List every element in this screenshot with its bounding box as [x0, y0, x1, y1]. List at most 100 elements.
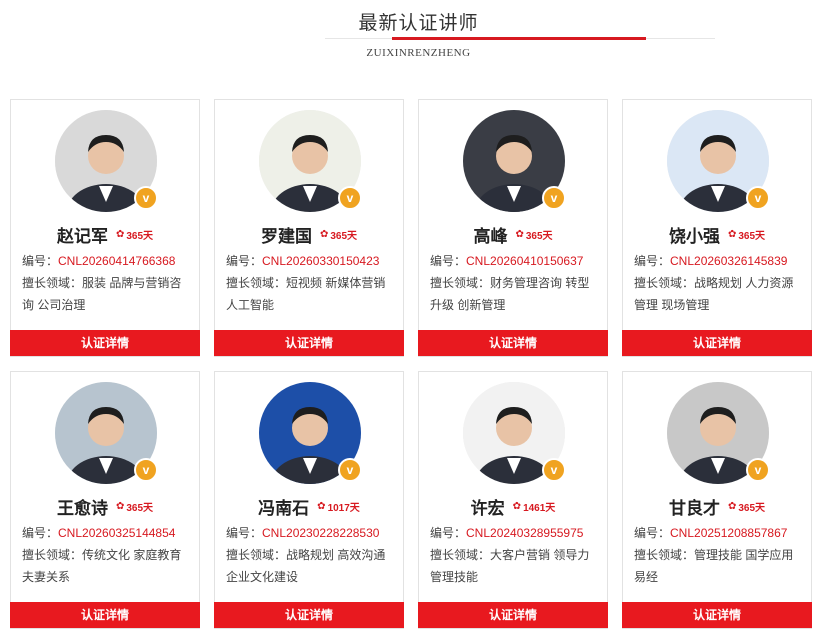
instructor-card[interactable]: v 高峰 ✿ 365天 编号：CNL20260410150637 擅长领域：财务… [418, 99, 608, 357]
instructor-name[interactable]: 冯南石 [258, 494, 309, 519]
id-value: CNL20260325144854 [58, 526, 176, 540]
certificate-id: 编号：CNL20240328955975 [430, 522, 600, 544]
certificate-id: 编号：CNL20260325144854 [22, 522, 192, 544]
certified-days-badge: ✿ 365天 [728, 499, 765, 514]
certificate-icon: ✿ [512, 500, 522, 512]
instructor-name[interactable]: 许宏 [471, 494, 505, 519]
specialty-label: 擅长领域： [430, 276, 491, 290]
certification-details-button[interactable]: 认证详情 [10, 330, 200, 356]
id-label: 编号： [226, 254, 263, 268]
instructor-name[interactable]: 高峰 [473, 222, 507, 247]
id-label: 编号： [634, 526, 671, 540]
instructor-name[interactable]: 甘良才 [669, 494, 720, 519]
certificate-id: 编号：CNL20260330150423 [226, 250, 396, 272]
verified-icon: v [338, 458, 362, 482]
certification-details-button[interactable]: 认证详情 [622, 602, 812, 628]
specialty: 擅长领域：战略规划 人力资源管理 现场管理 [634, 272, 804, 316]
instructor-card[interactable]: v 赵记军 ✿ 365天 编号：CNL20260414766368 擅长领域：服… [10, 99, 200, 357]
certified-days: 365天 [126, 230, 154, 242]
certificate-icon: ✿ [515, 228, 524, 240]
id-value: CNL20251208857867 [670, 526, 788, 540]
instructor-grid: v 赵记军 ✿ 365天 编号：CNL20260414766368 擅长领域：服… [0, 0, 837, 636]
instructor-name[interactable]: 赵记军 [57, 222, 108, 247]
certified-days: 365天 [525, 230, 553, 242]
certificate-icon: ✿ [727, 228, 737, 240]
name-row: 赵记军 ✿ 365天 [11, 222, 199, 246]
certified-days: 365天 [126, 502, 154, 514]
instructor-card[interactable]: v 甘良才 ✿ 365天 编号：CNL20251208857867 擅长领域：管… [622, 371, 812, 629]
name-row: 饶小强 ✿ 365天 [623, 222, 811, 246]
certified-days-badge: ✿ 365天 [515, 227, 552, 242]
certificate-icon: ✿ [317, 500, 326, 512]
id-value: CNL20260330150423 [262, 254, 380, 268]
certificate-id: 编号：CNL20260410150637 [430, 250, 600, 272]
instructor-card[interactable]: v 冯南石 ✿ 1017天 编号：CNL20230228228530 擅长领域：… [214, 371, 404, 629]
specialty-label: 擅长领域： [22, 276, 83, 290]
id-value: CNL20260326145839 [670, 254, 788, 268]
specialty-label: 擅长领域： [634, 548, 695, 562]
instructor-name[interactable]: 饶小强 [669, 222, 720, 247]
certified-days-badge: ✿ 365天 [320, 227, 357, 242]
verified-icon: v [134, 458, 158, 482]
certification-details-button[interactable]: 认证详情 [622, 330, 812, 356]
specialty: 擅长领域：战略规划 高效沟通 企业文化建设 [226, 544, 396, 588]
specialty: 擅长领域：服装 品牌与营销咨询 公司治理 [22, 272, 192, 316]
name-row: 高峰 ✿ 365天 [419, 222, 607, 246]
name-row: 冯南石 ✿ 1017天 [215, 494, 403, 518]
name-row: 许宏 ✿ 1461天 [419, 494, 607, 518]
specialty: 擅长领域：传统文化 家庭教育 夫妻关系 [22, 544, 192, 588]
specialty-label: 擅长领域： [634, 276, 695, 290]
specialty-label: 擅长领域： [226, 276, 287, 290]
certificate-icon: ✿ [115, 500, 125, 512]
id-label: 编号： [430, 526, 467, 540]
certification-details-button[interactable]: 认证详情 [10, 602, 200, 628]
certification-details-button[interactable]: 认证详情 [418, 602, 608, 628]
specialty: 擅长领域：大客户营销 领导力 管理技能 [430, 544, 600, 588]
certificate-id: 编号：CNL20230228228530 [226, 522, 396, 544]
certificate-id: 编号：CNL20260326145839 [634, 250, 804, 272]
certified-days-badge: ✿ 365天 [116, 227, 153, 242]
certification-details-button[interactable]: 认证详情 [214, 330, 404, 356]
id-value: CNL20240328955975 [466, 526, 584, 540]
name-row: 甘良才 ✿ 365天 [623, 494, 811, 518]
certified-days-badge: ✿ 1461天 [513, 499, 556, 514]
id-label: 编号： [430, 254, 467, 268]
instructor-card[interactable]: v 饶小强 ✿ 365天 编号：CNL20260326145839 擅长领域：战… [622, 99, 812, 357]
verified-icon: v [134, 186, 158, 210]
id-value: CNL20230228228530 [262, 526, 380, 540]
name-row: 王愈诗 ✿ 365天 [11, 494, 199, 518]
certified-days: 365天 [330, 230, 358, 242]
instructor-card[interactable]: v 罗建国 ✿ 365天 编号：CNL20260330150423 擅长领域：短… [214, 99, 404, 357]
instructor-name[interactable]: 罗建国 [261, 222, 312, 247]
verified-icon: v [338, 186, 362, 210]
certificate-id: 编号：CNL20251208857867 [634, 522, 804, 544]
certified-days: 1461天 [523, 502, 556, 514]
id-value: CNL20260414766368 [58, 254, 176, 268]
certification-details-button[interactable]: 认证详情 [418, 330, 608, 356]
instructor-name[interactable]: 王愈诗 [57, 494, 108, 519]
specialty-label: 擅长领域： [22, 548, 83, 562]
specialty-label: 擅长领域： [226, 548, 287, 562]
certification-details-button[interactable]: 认证详情 [214, 602, 404, 628]
certificate-icon: ✿ [319, 228, 329, 240]
certified-days: 365天 [738, 502, 766, 514]
instructor-card[interactable]: v 王愈诗 ✿ 365天 编号：CNL20260325144854 擅长领域：传… [10, 371, 200, 629]
name-row: 罗建国 ✿ 365天 [215, 222, 403, 246]
id-label: 编号： [226, 526, 263, 540]
certificate-icon: ✿ [727, 500, 737, 512]
verified-icon: v [542, 186, 566, 210]
verified-icon: v [542, 458, 566, 482]
certified-days-badge: ✿ 365天 [116, 499, 153, 514]
certificate-id: 编号：CNL20260414766368 [22, 250, 192, 272]
certified-days-badge: ✿ 1017天 [317, 499, 360, 514]
certified-days: 1017天 [327, 502, 360, 514]
id-label: 编号： [22, 526, 59, 540]
specialty-label: 擅长领域： [430, 548, 491, 562]
certificate-icon: ✿ [115, 228, 125, 240]
instructor-card[interactable]: v 许宏 ✿ 1461天 编号：CNL20240328955975 擅长领域：大… [418, 371, 608, 629]
id-value: CNL20260410150637 [466, 254, 584, 268]
certified-days: 365天 [738, 230, 766, 242]
verified-icon: v [746, 186, 770, 210]
verified-icon: v [746, 458, 770, 482]
specialty: 擅长领域：财务管理咨询 转型升级 创新管理 [430, 272, 600, 316]
